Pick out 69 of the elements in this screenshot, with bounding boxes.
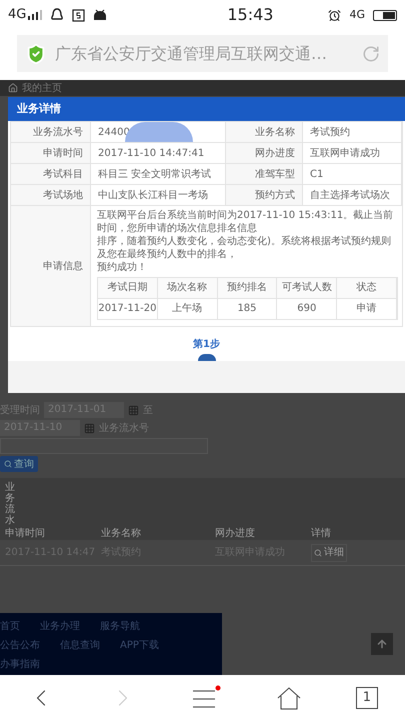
home-icon[interactable]	[276, 686, 302, 710]
column-header: 详情	[311, 526, 332, 541]
refresh-icon[interactable]	[362, 44, 380, 62]
column-header: 预约排名	[218, 278, 278, 298]
footer-link[interactable]: 办事指南	[0, 657, 40, 672]
column-header: 考试日期	[98, 278, 158, 298]
android-icon	[93, 9, 108, 21]
footer-link[interactable]: 服务导航	[100, 619, 140, 634]
footer-link[interactable]: 信息查询	[60, 638, 100, 653]
alarm-icon	[328, 8, 342, 22]
field-value: 考试预约	[310, 126, 350, 140]
field-value: 中山支队长江科目一考场	[98, 188, 208, 202]
page-title: 广东省公安厅交通管理局互联网交通…	[55, 42, 327, 64]
table-cell: 申请	[337, 299, 397, 319]
detail-button[interactable]: 详细	[311, 544, 347, 562]
field-label: 业务名称	[255, 126, 295, 140]
footer-link[interactable]: APP下载	[120, 638, 159, 653]
footer-link[interactable]: 公告公布	[0, 638, 40, 653]
column-header: 网办进度	[215, 526, 256, 541]
info-text: 预约成功！	[97, 261, 148, 274]
info-text: 互联网平台后台系统当前时间为2017-11-10 15:43:11。截止当前时间，您所申请的场次信息排名信息	[97, 209, 394, 235]
field-value: 2017-11-10 14:47:41	[98, 146, 204, 160]
field-value: C1	[310, 168, 324, 182]
dialog-title: 业务详情	[17, 100, 61, 117]
search-icon	[4, 460, 12, 468]
table-cell: 上午场	[158, 299, 218, 319]
table-cell: 185	[218, 299, 278, 319]
field-label: 准驾车型	[255, 168, 295, 182]
clock-time: 15:43	[227, 4, 274, 26]
info-text: 排序，随着预约人数变化，会动态变化)。系统将根据考试预约规则及您在最终预约人数中的排名，	[97, 235, 392, 261]
signal-icon	[28, 10, 42, 20]
field-label: 业务流水号	[33, 126, 83, 140]
arrow-up-icon	[376, 638, 388, 650]
tab-count[interactable]: 1	[356, 686, 378, 708]
footer-link[interactable]: 业务办理	[40, 619, 80, 634]
field-label: 申请时间	[43, 146, 83, 160]
table-cell: 2017-11-20	[98, 299, 158, 319]
battery-icon	[373, 10, 397, 20]
secure-shield-icon	[25, 42, 47, 64]
search-button[interactable]: 查询	[0, 456, 38, 472]
column-header: 场次名称	[158, 278, 218, 298]
field-label: 预约方式	[255, 188, 295, 202]
network-label: 4G	[349, 6, 365, 23]
address-bar[interactable]: 广东省公安厅交通管理局互联网交通…	[17, 35, 388, 72]
step-marker	[198, 354, 216, 361]
column-header: 状态	[337, 278, 397, 298]
search-icon	[314, 548, 322, 556]
back-to-top-button[interactable]	[371, 633, 393, 655]
calendar-icon[interactable]	[84, 422, 95, 434]
s-app-icon	[72, 8, 86, 22]
step-label: 第1步	[193, 338, 220, 352]
field-label: 考试场地	[43, 188, 83, 202]
network-label: 4G	[8, 6, 26, 24]
field-label: 网办进度	[255, 146, 295, 160]
calendar-icon[interactable]	[128, 404, 139, 416]
field-value: 互联网申请成功	[310, 146, 380, 160]
field-label: 考试科目	[43, 168, 83, 182]
footer-link[interactable]: 首页	[0, 619, 20, 634]
field-value: 科目三 安全文明常识考试	[98, 168, 212, 182]
column-header: 可考试人数	[277, 278, 338, 298]
header-title[interactable]: 我的主页	[22, 80, 62, 96]
column-label: 业务流水	[5, 482, 15, 526]
column-header: 申请时间	[5, 526, 46, 541]
column-header: 业务名称	[101, 526, 142, 541]
table-cell: 690	[277, 299, 338, 319]
home-icon	[8, 83, 18, 93]
field-label: 申请信息	[43, 260, 83, 274]
field-value: 自主选择考试场次	[310, 188, 390, 202]
menu-icon[interactable]	[191, 684, 222, 710]
